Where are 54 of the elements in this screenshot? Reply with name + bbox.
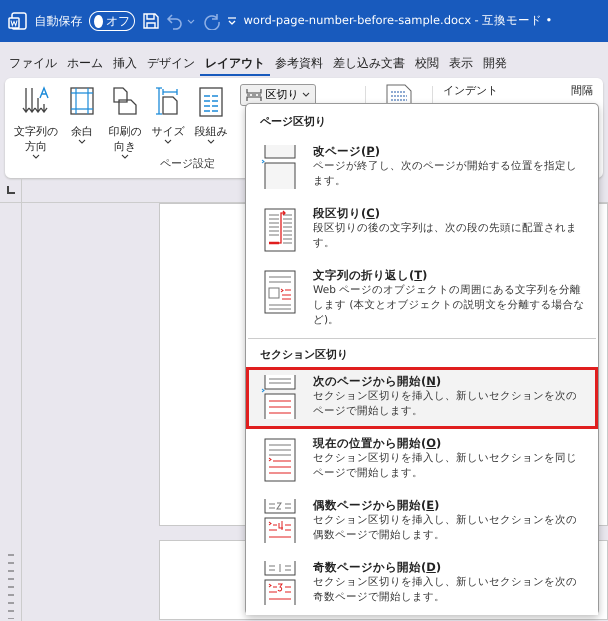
ribbon-tab[interactable]: 開発 [478, 50, 512, 76]
menu-item[interactable]: 文字列の折り返し(T) Web ページのオブジェクトの周囲にある文字列を分離します (本文とオブジェクトの説明文を分離する場合など)。 [246, 260, 598, 334]
redo-icon[interactable] [202, 12, 220, 30]
autosave-label: 自動保存 [34, 13, 82, 30]
ribbon-tab[interactable]: ホーム [62, 50, 108, 76]
menu-item[interactable]: 奇数ページから開始(D) セクション区切りを挿入し、新しいセクションを次の奇数ページで開始します。 [246, 553, 598, 615]
column-break-icon [263, 206, 297, 250]
text-wrapping-icon [263, 268, 297, 312]
menu-item[interactable]: 現在の位置から開始(O) セクション区切りを挿入し、新しいセクションを同じページで開始します。 [246, 429, 598, 491]
ribbon-tab[interactable]: 校閲 [410, 50, 444, 76]
group-label: ページ設定 [160, 156, 215, 172]
breaks-icon [246, 88, 262, 102]
ribbon-button[interactable]: 文字列の 方向 [13, 84, 59, 162]
ribbon-tab[interactable]: 参考資料 [270, 50, 328, 76]
section-next-page-icon [263, 375, 297, 419]
ribbon-tab[interactable]: 挿入 [108, 50, 142, 76]
ribbon-button[interactable]: 段組み [191, 84, 231, 147]
caret-icon [207, 139, 215, 145]
ribbon-tab[interactable]: ファイル [4, 50, 62, 76]
undo-icon[interactable] [166, 12, 196, 30]
autosave-toggle[interactable]: オフ [89, 11, 135, 31]
caret-icon [121, 154, 129, 160]
indent-label: インデント [443, 83, 498, 99]
word-icon[interactable] [8, 11, 28, 31]
section-continuous-icon [263, 437, 297, 481]
section-even-page-icon [263, 499, 297, 543]
menu-section-header: セクション区切り [259, 346, 349, 362]
ribbon-button[interactable]: サイズ [148, 84, 188, 147]
menu-section-header: ページ区切り [259, 114, 327, 130]
ribbon-tab[interactable]: レイアウト [200, 50, 270, 76]
caret-icon [302, 92, 310, 98]
caret-icon [32, 154, 40, 160]
ribbon-button[interactable]: 印刷の 向き [105, 84, 145, 162]
spacing-label: 間隔 [571, 83, 593, 99]
caret-icon [78, 139, 86, 145]
page-break-icon [263, 144, 297, 188]
ribbon-tab[interactable]: 表示 [444, 50, 478, 76]
ribbon-tab[interactable]: 差し込み文書 [328, 50, 410, 76]
compatibility-mode: 互換モード • [482, 12, 552, 30]
ribbon-button[interactable]: 余白 [62, 84, 102, 147]
ribbon-tab[interactable]: デザイン [142, 50, 200, 76]
caret-icon [164, 139, 172, 145]
vertical-ruler-drawing [6, 553, 14, 619]
file-name: word-page-number-before-sample.docx [244, 12, 472, 30]
menu-item[interactable]: 偶数ページから開始(E) セクション区切りを挿入し、新しいセクションを次の偶数ページで開始します。 [246, 491, 598, 553]
menu-item[interactable]: 段区切り(C) 段区切りの後の文字列は、次の段の先頭に配置されます。 [246, 198, 598, 260]
menu-item[interactable]: 改ページ(P) ページが終了し、次のページが開始する位置を指定します。 [246, 136, 598, 198]
menu-item[interactable]: 次のページから開始(N) セクション区切りを挿入し、新しいセクションを次のページで開始します。 [246, 367, 598, 429]
section-odd-page-icon [263, 561, 297, 605]
columns-icon [197, 86, 225, 118]
title-separator: - [474, 12, 479, 30]
save-icon[interactable] [142, 12, 160, 30]
tab-selector-icon[interactable] [6, 186, 14, 194]
caret-icon[interactable] [227, 16, 237, 26]
